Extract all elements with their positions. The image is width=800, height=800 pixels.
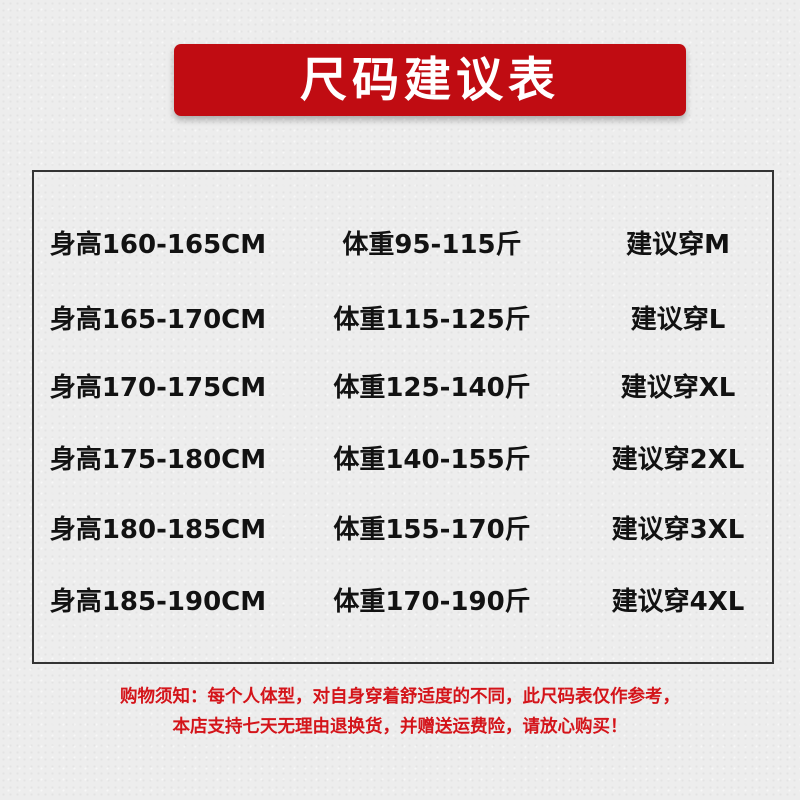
weight-range-cell: 体重155-170斤 <box>333 515 531 545</box>
height-range-cell: 身高180-185CM <box>49 515 267 545</box>
recommended-size-cell: 建议穿3XL <box>611 515 745 545</box>
weight-range-cell: 体重115-125斤 <box>333 305 531 335</box>
notice-line-1: 购物须知：每个人体型，对自身穿着舒适度的不同，此尺码表仅作参考， <box>120 687 680 707</box>
page-title: 尺码建议表 <box>300 52 560 108</box>
recommended-size-cell: 建议穿2XL <box>611 445 745 475</box>
title-banner: 尺码建议表 <box>174 44 686 116</box>
recommended-size-cell: 建议穿L <box>630 305 726 335</box>
height-range-cell: 身高185-190CM <box>49 587 267 617</box>
weight-range-cell: 体重125-140斤 <box>333 373 531 403</box>
notice-line-2: 本店支持七天无理由退换货，并赠送运费险，请放心购买！ <box>172 717 628 737</box>
recommended-size-cell: 建议穿XL <box>620 373 736 403</box>
height-range-cell: 身高170-175CM <box>49 373 267 403</box>
recommended-size-cell: 建议穿4XL <box>611 587 745 617</box>
size-row: 身高165-170CM 体重115-125斤 建议穿L <box>34 290 772 350</box>
height-range-cell: 身高165-170CM <box>49 305 267 335</box>
size-row: 身高185-190CM 体重170-190斤 建议穿4XL <box>34 572 772 632</box>
shopping-notice: 购物须知：每个人体型，对自身穿着舒适度的不同，此尺码表仅作参考， 本店支持七天无… <box>20 682 780 742</box>
recommended-size-cell: 建议穿M <box>626 230 730 260</box>
size-row: 身高170-175CM 体重125-140斤 建议穿XL <box>34 358 772 418</box>
size-chart-table: 身高160-165CM 体重95-115斤 建议穿M 身高165-170CM 体… <box>32 170 774 664</box>
size-row: 身高175-180CM 体重140-155斤 建议穿2XL <box>34 430 772 490</box>
size-row: 身高160-165CM 体重95-115斤 建议穿M <box>34 215 772 275</box>
weight-range-cell: 体重170-190斤 <box>333 587 531 617</box>
weight-range-cell: 体重95-115斤 <box>342 230 522 260</box>
weight-range-cell: 体重140-155斤 <box>333 445 531 475</box>
height-range-cell: 身高175-180CM <box>49 445 267 475</box>
height-range-cell: 身高160-165CM <box>49 230 267 260</box>
size-row: 身高180-185CM 体重155-170斤 建议穿3XL <box>34 500 772 560</box>
